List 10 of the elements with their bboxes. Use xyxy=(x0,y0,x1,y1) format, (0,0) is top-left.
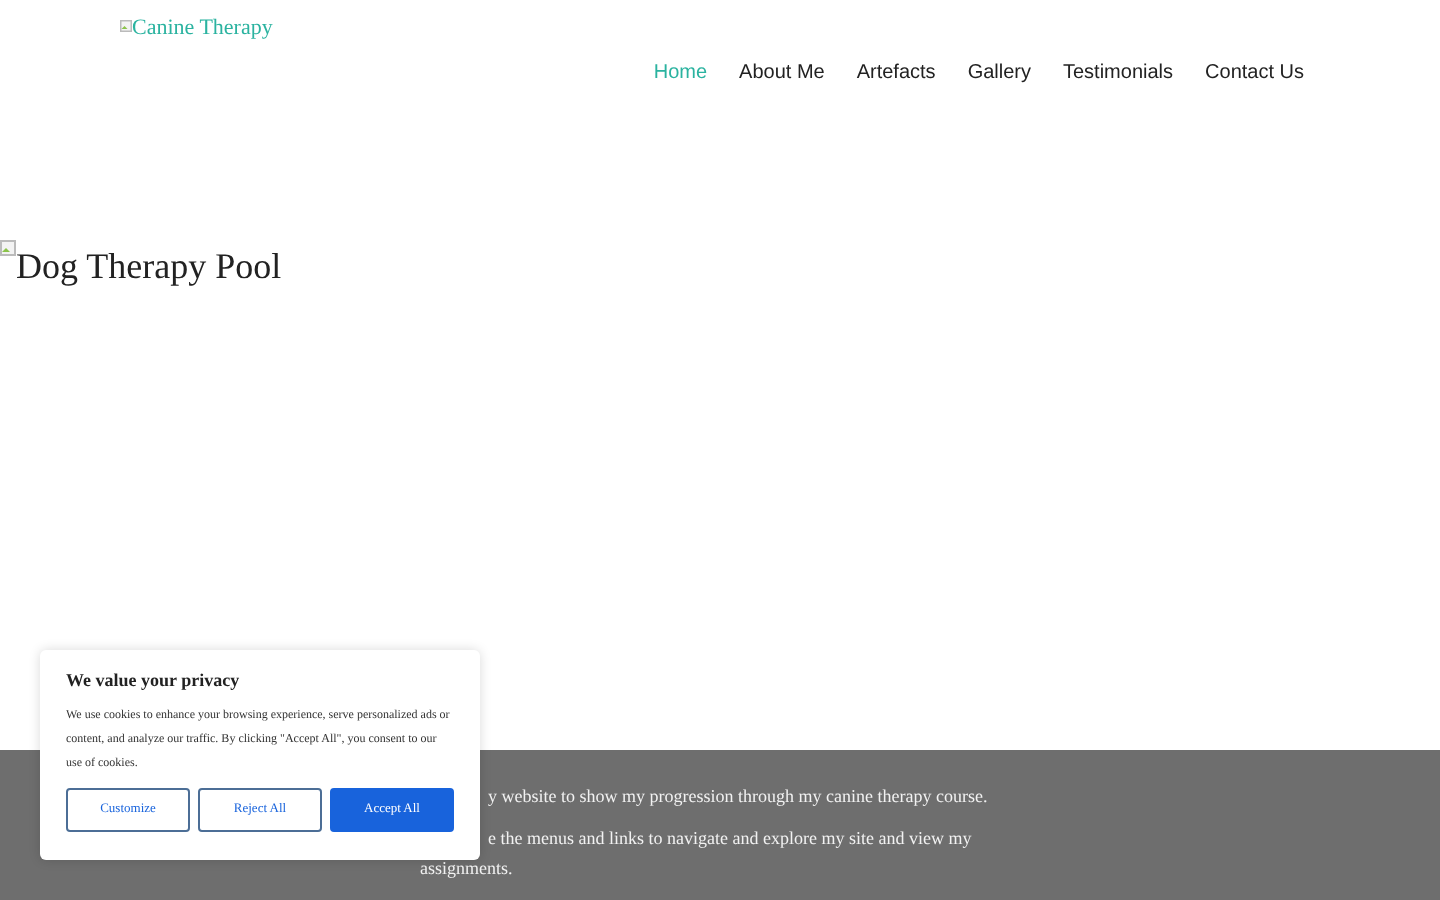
broken-image-icon xyxy=(120,20,132,32)
nav-link[interactable]: Artefacts xyxy=(856,64,936,84)
nav-link[interactable]: Gallery xyxy=(967,64,1031,84)
intro-paragraph: e the menus and links to navigate and explore my site and view my assignments. xyxy=(420,826,974,882)
intro-paragraph: y website to show my progression through my canine therapy course. xyxy=(486,784,990,810)
nav-link[interactable]: Contact Us xyxy=(1205,64,1304,84)
cookie-title: We value your privacy xyxy=(66,672,242,690)
hero-image-alt-text: Dog Therapy Pool xyxy=(16,248,282,284)
nav-link[interactable]: Testimonials xyxy=(1063,64,1174,84)
nav-link[interactable]: About Me xyxy=(739,64,825,84)
